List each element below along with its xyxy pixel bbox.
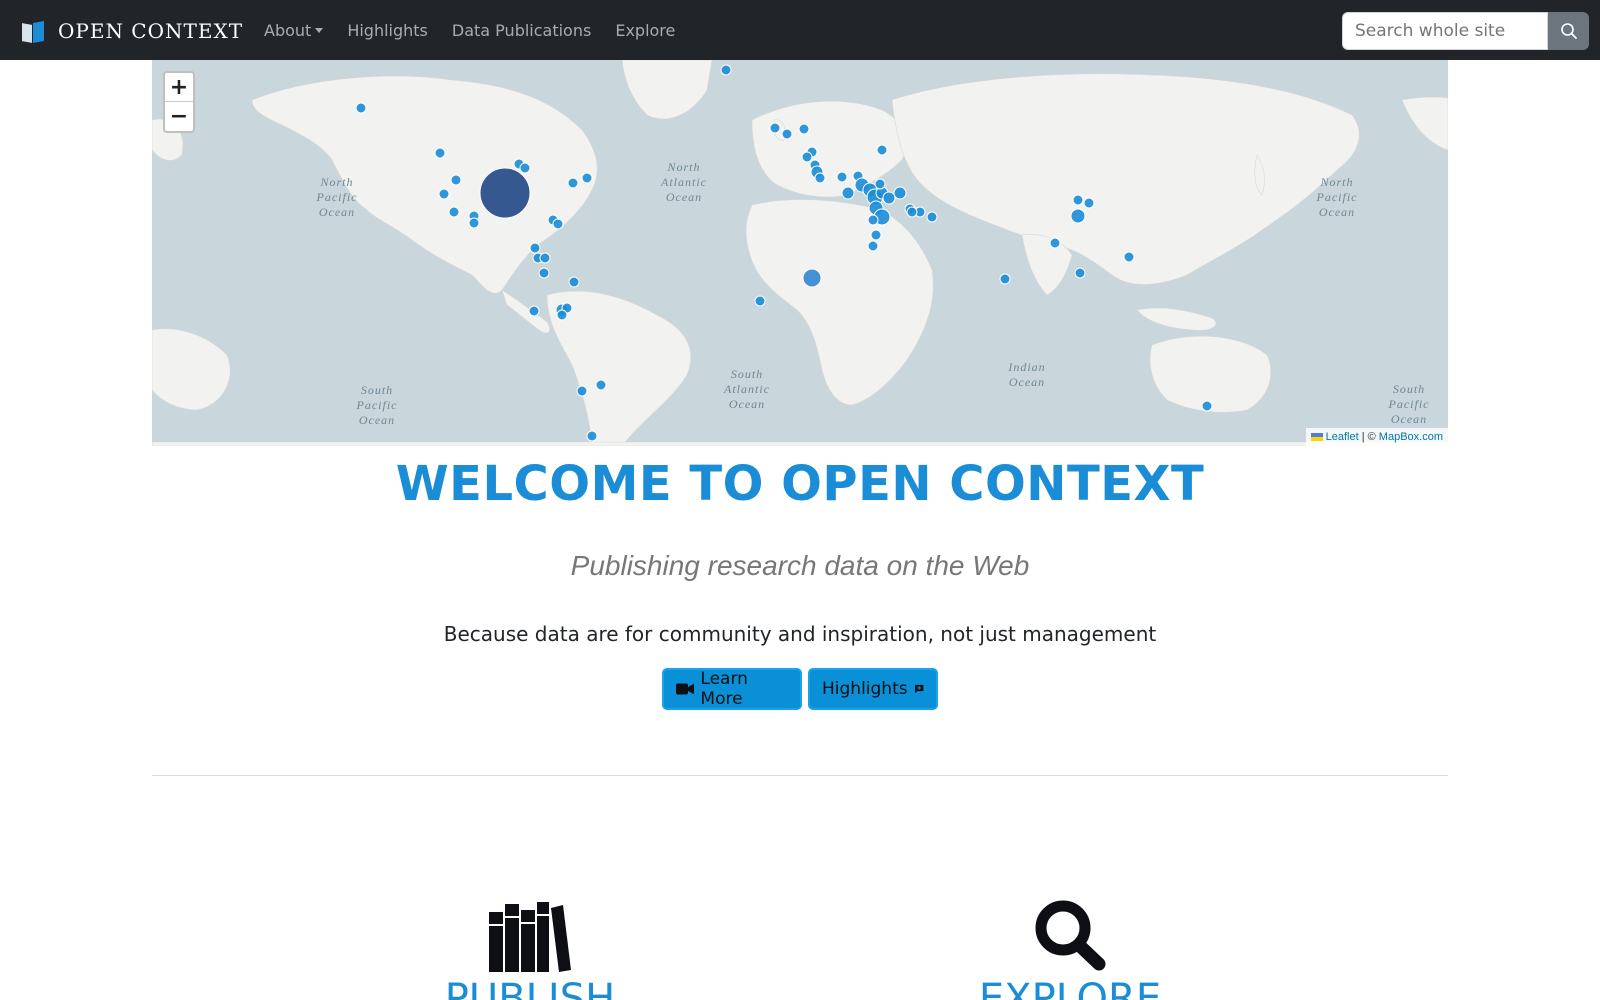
map-attribution: Leaflet | © MapBox.com <box>1305 428 1448 446</box>
magnifier-icon <box>1035 900 1106 971</box>
attribution-separator: | © <box>1358 431 1379 443</box>
brand-name: OPEN CONTEXT <box>58 19 244 43</box>
explore-heading: EXPLORE <box>978 976 1162 1000</box>
zoom-out-button[interactable]: − <box>165 102 193 131</box>
map-zoom-control: + − <box>163 71 195 133</box>
ocean-label: South Pacific Ocean <box>356 383 398 427</box>
search-submit-button[interactable] <box>1548 12 1589 50</box>
top-navbar: OPEN CONTEXT About Highlights Data Publi… <box>0 0 1600 60</box>
search-icon <box>1560 23 1577 39</box>
ocean-label: North Atlantic Ocean <box>661 160 707 204</box>
world-map[interactable]: North Pacific Ocean North Atlantic Ocean… <box>152 60 1448 446</box>
page-title: WELCOME TO OPEN CONTEXT <box>395 456 1205 512</box>
caret-down-icon <box>315 27 324 33</box>
video-camera-icon <box>676 683 695 695</box>
mapbox-link[interactable]: MapBox.com <box>1379 431 1443 443</box>
main-nav: About Highlights Data Publications Explo… <box>256 0 691 60</box>
explore-feature[interactable]: EXPLORE <box>920 900 1220 1000</box>
comment-plus-icon <box>914 684 923 694</box>
publish-feature[interactable]: PUBLISH <box>380 900 680 1000</box>
site-search-input[interactable] <box>1342 12 1548 50</box>
page-tagline: Because data are for community and inspi… <box>443 622 1157 646</box>
ocean-label: Indian Ocean <box>1008 360 1046 389</box>
highlights-button[interactable]: Highlights <box>808 668 938 710</box>
page-subtitle: Publishing research data on the Web <box>570 550 1030 581</box>
learn-more-button[interactable]: Learn More <box>662 668 802 710</box>
hero-actions: Learn More Highlights <box>662 668 938 710</box>
nav-about-dropdown[interactable]: About <box>256 21 324 40</box>
publish-heading: PUBLISH <box>444 976 616 1000</box>
nav-highlights[interactable]: Highlights <box>339 21 428 40</box>
brand-home-link[interactable]: OPEN CONTEXT <box>22 17 243 45</box>
nav-explore[interactable]: Explore <box>607 21 675 40</box>
books-icon <box>489 902 571 972</box>
nav-data-publications[interactable]: Data Publications <box>444 21 591 40</box>
learn-more-label: Learn More <box>700 669 748 709</box>
highlights-label: Highlights <box>822 679 908 699</box>
ocean-label: North Pacific Ocean <box>1316 175 1358 219</box>
open-context-logo-icon <box>22 20 46 43</box>
zoom-in-button[interactable]: + <box>165 73 193 102</box>
ocean-label: South Atlantic Ocean <box>724 367 770 411</box>
ocean-label: North Pacific Ocean <box>316 175 358 219</box>
leaflet-link[interactable]: Leaflet <box>1326 431 1359 443</box>
ocean-label: South Pacific Ocean <box>1388 382 1430 426</box>
section-divider <box>152 775 1448 776</box>
ukraine-flag-icon <box>1310 433 1323 441</box>
